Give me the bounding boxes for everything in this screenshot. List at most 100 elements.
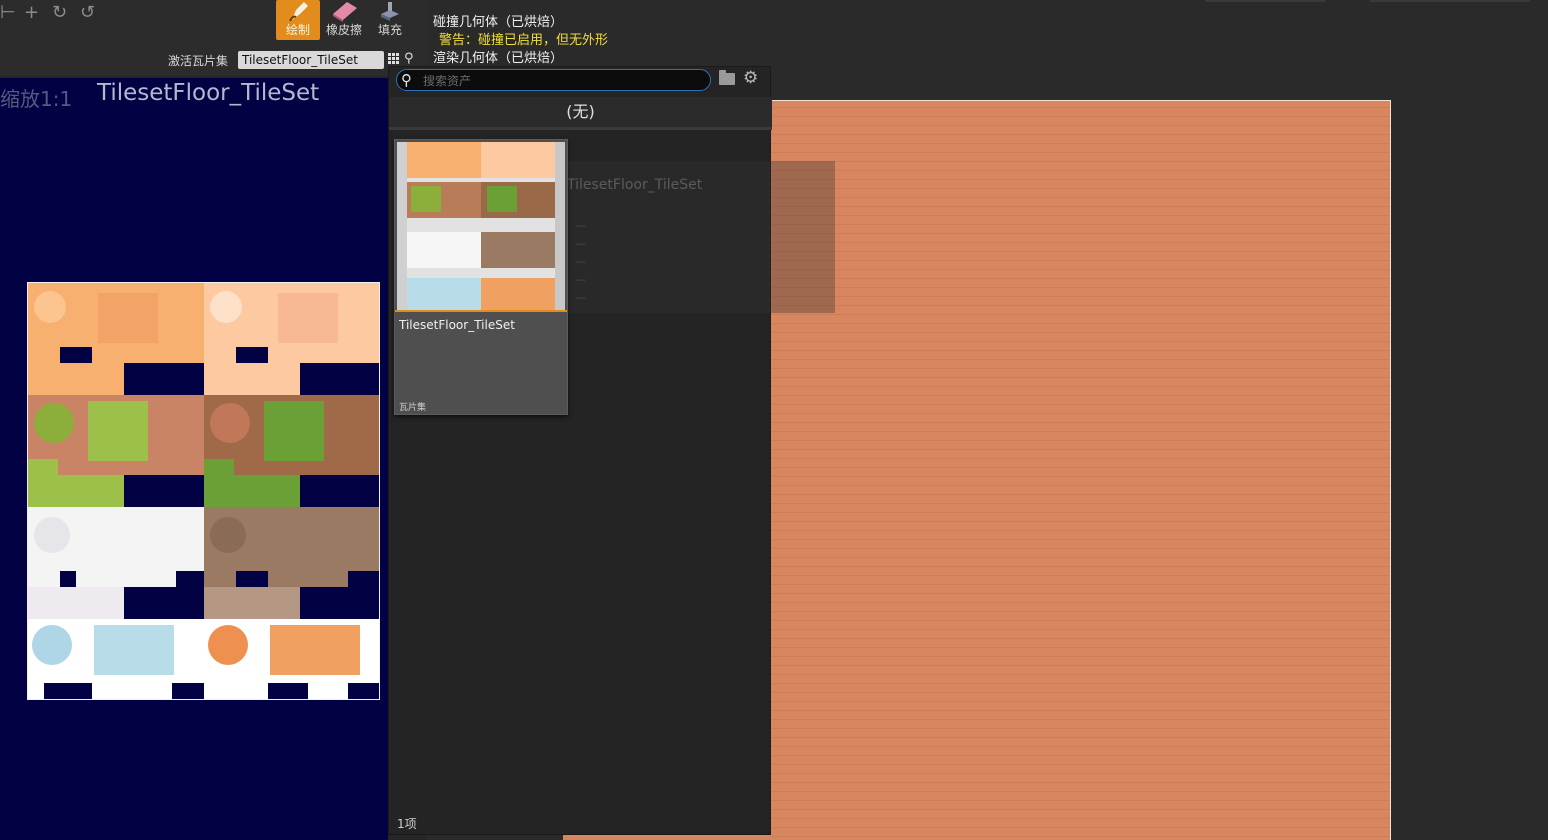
none-option[interactable]: (无) [389, 97, 772, 127]
canvas-texture-stripe [771, 818, 1390, 819]
canvas-texture-stripe [771, 287, 1390, 288]
canvas-texture-stripe [771, 179, 1390, 180]
canvas-texture-stripe [771, 809, 1390, 810]
active-tileset-dropdown[interactable]: TilesetFloor_TileSet [238, 51, 384, 69]
collision-warning-line: 警告：碰撞已启用，但无外形 [439, 33, 609, 48]
canvas-texture-stripe [771, 143, 1390, 144]
tools-toolbar: ⊢ + ↻ ↺ 绘制 橡皮擦 填充 激活瓦片集 TilesetFloor_Til… [0, 0, 427, 76]
canvas-texture-stripe [771, 476, 1390, 477]
canvas-texture-stripe [771, 107, 1390, 108]
top-toolbar-edge-2 [1370, 0, 1530, 2]
canvas-texture-stripe [771, 395, 1390, 396]
canvas-texture-stripe [771, 701, 1390, 702]
asset-search-box[interactable]: ⚲ [396, 69, 711, 91]
asset-tile-tilesetfloor[interactable]: TilesetFloor_TileSet 瓦片集 [394, 139, 568, 415]
rotate-left-icon[interactable]: ↻ [52, 2, 67, 23]
tileset-texture-graphic [28, 283, 379, 699]
canvas-texture-stripe [771, 278, 1390, 279]
brush-icon [276, 0, 320, 22]
canvas-texture-stripe [771, 719, 1390, 720]
tooltip-line: — [575, 237, 586, 250]
geometry-status: 碰撞几何体（已烘焙） 警告：碰撞已启用，但无外形 渲染几何体（已烘焙） [433, 14, 608, 68]
canvas-texture-stripe [771, 332, 1390, 333]
asset-type-label: 瓦片集 [399, 403, 427, 413]
canvas-texture-stripe [771, 584, 1390, 585]
canvas-texture-stripe [771, 125, 1390, 126]
canvas-texture-stripe [771, 404, 1390, 405]
canvas-texture-stripe [771, 521, 1390, 522]
asset-type-color-bar [395, 310, 567, 312]
canvas-texture-stripe [771, 269, 1390, 270]
asset-search-input[interactable] [421, 71, 705, 91]
paint-tool-button[interactable]: 绘制 [276, 0, 320, 40]
gear-icon[interactable]: ⚙ [743, 68, 758, 88]
canvas-texture-stripe [771, 152, 1390, 153]
canvas-texture-stripe [771, 251, 1390, 252]
canvas-texture-stripe [771, 494, 1390, 495]
canvas-texture-stripe [771, 242, 1390, 243]
canvas-texture-stripe [771, 575, 1390, 576]
tile-map-editor-panel: ⊢ + ↻ ↺ 绘制 橡皮擦 填充 激活瓦片集 TilesetFloor_Til… [0, 0, 427, 840]
canvas-texture-stripe [771, 530, 1390, 531]
canvas-texture-stripe [771, 539, 1390, 540]
canvas-texture-stripe [771, 350, 1390, 351]
canvas-texture-stripe [771, 728, 1390, 729]
top-toolbar-edge [1205, 0, 1325, 2]
asset-thumbnail [397, 142, 565, 310]
plus-icon[interactable]: + [24, 2, 39, 23]
canvas-texture-stripe [771, 170, 1390, 171]
canvas-texture-stripe [771, 566, 1390, 567]
grid-icon[interactable] [388, 53, 400, 65]
canvas-texture-stripe [771, 260, 1390, 261]
canvas-texture-stripe [771, 683, 1390, 684]
canvas-texture-stripe [771, 638, 1390, 639]
search-icon: ⚲ [401, 71, 412, 89]
canvas-texture-stripe [771, 323, 1390, 324]
canvas-texture-stripe [771, 827, 1390, 828]
canvas-texture-stripe [771, 485, 1390, 486]
browse-search-icon[interactable]: ⚲ [404, 51, 414, 66]
canvas-texture-stripe [771, 602, 1390, 603]
canvas-texture-stripe [771, 188, 1390, 189]
canvas-texture-stripe [771, 647, 1390, 648]
canvas-texture-stripe [771, 314, 1390, 315]
tileset-texture-image[interactable] [27, 282, 380, 700]
canvas-texture-stripe [771, 710, 1390, 711]
canvas-texture-stripe [771, 413, 1390, 414]
canvas-texture-stripe [771, 305, 1390, 306]
divider [389, 127, 772, 130]
fill-tool-button[interactable]: 填充 [368, 0, 412, 40]
rotate-right-icon[interactable]: ↺ [80, 2, 95, 23]
canvas-texture-stripe [771, 458, 1390, 459]
canvas-texture-stripe [771, 674, 1390, 675]
canvas-texture-stripe [771, 737, 1390, 738]
canvas-texture-stripe [771, 620, 1390, 621]
paint-tool-label: 绘制 [285, 23, 310, 37]
canvas-texture-stripe [771, 197, 1390, 198]
canvas-texture-stripe [771, 512, 1390, 513]
eraser-tool-button[interactable]: 橡皮擦 [322, 0, 366, 40]
asset-picker-dropdown: ⚲ ⚙ (无) TilesetFloor_TileSet — — — — — [388, 66, 835, 835]
canvas-texture-stripe [771, 593, 1390, 594]
fill-tool-label: 填充 [377, 23, 402, 37]
canvas-texture-stripe [771, 341, 1390, 342]
canvas-texture-stripe [771, 431, 1390, 432]
canvas-texture-stripe [771, 791, 1390, 792]
canvas-texture-stripe [771, 467, 1390, 468]
canvas-texture-stripe [771, 206, 1390, 207]
canvas-texture-stripe [771, 746, 1390, 747]
canvas-texture-stripe [771, 692, 1390, 693]
canvas-texture-stripe [771, 134, 1390, 135]
folder-icon[interactable] [719, 70, 735, 85]
tile-map-canvas[interactable] [771, 100, 1391, 840]
canvas-texture-stripe [771, 233, 1390, 234]
canvas-texture-stripe [771, 359, 1390, 360]
move-icon[interactable]: ⊢ [0, 2, 16, 23]
tooltip-line: — [575, 273, 586, 286]
collision-geometry-line: 碰撞几何体（已烘焙） [433, 15, 564, 30]
asset-thumbnail-graphic [397, 142, 565, 310]
canvas-texture-stripe [771, 656, 1390, 657]
active-tileset-label: 激活瓦片集 [168, 54, 229, 68]
canvas-texture-stripe [771, 503, 1390, 504]
tooltip-title: TilesetFloor_TileSet [567, 177, 703, 193]
